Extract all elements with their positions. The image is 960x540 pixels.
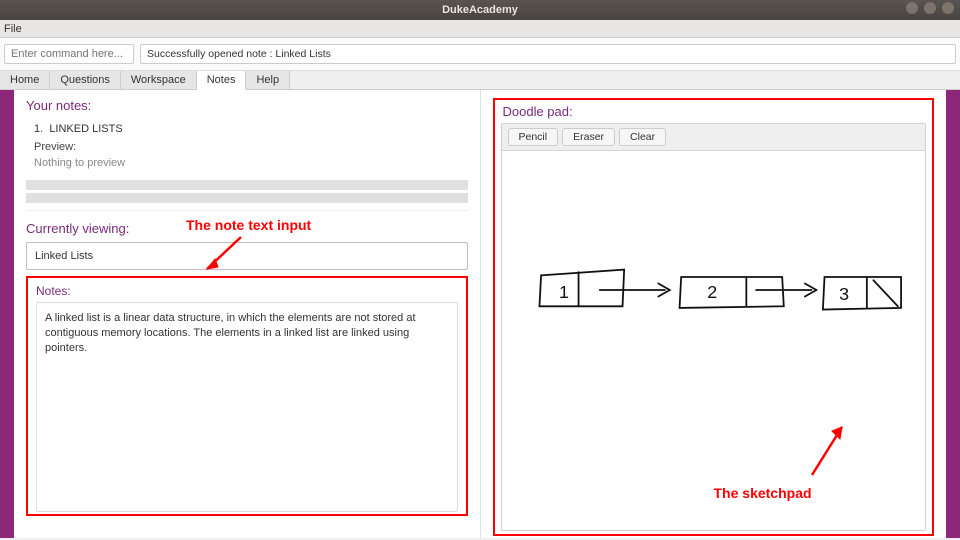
annotation-arrow-icon [201, 235, 251, 275]
annotation-sketchpad: The sketchpad [714, 485, 812, 501]
doodle-drawing: 1 2 [502, 151, 926, 530]
notes-heading: Notes: [36, 284, 458, 298]
note-list-item[interactable]: 1. LINKED LISTS [26, 119, 468, 139]
doodle-toolbar: Pencil Eraser Clear [502, 124, 926, 151]
annotation-note-input: The note text input [186, 217, 311, 233]
menu-bar: File [0, 20, 960, 38]
status-message: Successfully opened note : Linked Lists [140, 44, 956, 64]
doodle-heading: Doodle pad: [503, 104, 927, 119]
right-accent [946, 90, 960, 538]
list-divider [26, 193, 468, 203]
svg-text:1: 1 [559, 282, 569, 302]
tab-workspace[interactable]: Workspace [121, 71, 197, 89]
svg-text:3: 3 [839, 284, 849, 304]
maximize-icon[interactable] [924, 2, 936, 14]
tab-notes[interactable]: Notes [197, 71, 247, 90]
pencil-button[interactable]: Pencil [508, 128, 559, 146]
your-notes-heading: Your notes: [26, 98, 468, 113]
eraser-button[interactable]: Eraser [562, 128, 615, 146]
doodle-panel: Pencil Eraser Clear 1 [501, 123, 927, 531]
minimize-icon[interactable] [906, 2, 918, 14]
workarea: Your notes: 1. LINKED LISTS Preview: Not… [0, 90, 960, 538]
left-column: Your notes: 1. LINKED LISTS Preview: Not… [14, 90, 481, 538]
close-icon[interactable] [942, 2, 954, 14]
window-titlebar: DukeAcademy [0, 0, 960, 20]
preview-label: Preview: [26, 139, 468, 155]
preview-empty-text: Nothing to preview [26, 155, 468, 177]
annotation-arrow-icon [802, 421, 852, 481]
notes-list: 1. LINKED LISTS Preview: Nothing to prev… [26, 119, 468, 211]
notes-textarea[interactable] [36, 302, 458, 512]
doodle-callout: Doodle pad: Pencil Eraser Clear 1 [493, 98, 935, 536]
tab-questions[interactable]: Questions [50, 71, 121, 89]
window-title: DukeAcademy [442, 4, 518, 16]
window-buttons [906, 2, 954, 14]
list-divider [26, 180, 468, 190]
sketch-canvas[interactable]: 1 2 [502, 151, 926, 530]
tab-bar: Home Questions Workspace Notes Help [0, 71, 960, 90]
clear-button[interactable]: Clear [619, 128, 666, 146]
svg-text:2: 2 [707, 282, 717, 302]
left-accent [0, 90, 14, 538]
command-input[interactable] [4, 44, 134, 64]
right-column: Doodle pad: Pencil Eraser Clear 1 [481, 90, 947, 538]
notes-editor-callout: Notes: [26, 276, 468, 516]
tab-help[interactable]: Help [246, 71, 290, 89]
tab-home[interactable]: Home [0, 71, 50, 89]
command-row: Successfully opened note : Linked Lists [0, 38, 960, 71]
menu-file[interactable]: File [4, 23, 22, 35]
